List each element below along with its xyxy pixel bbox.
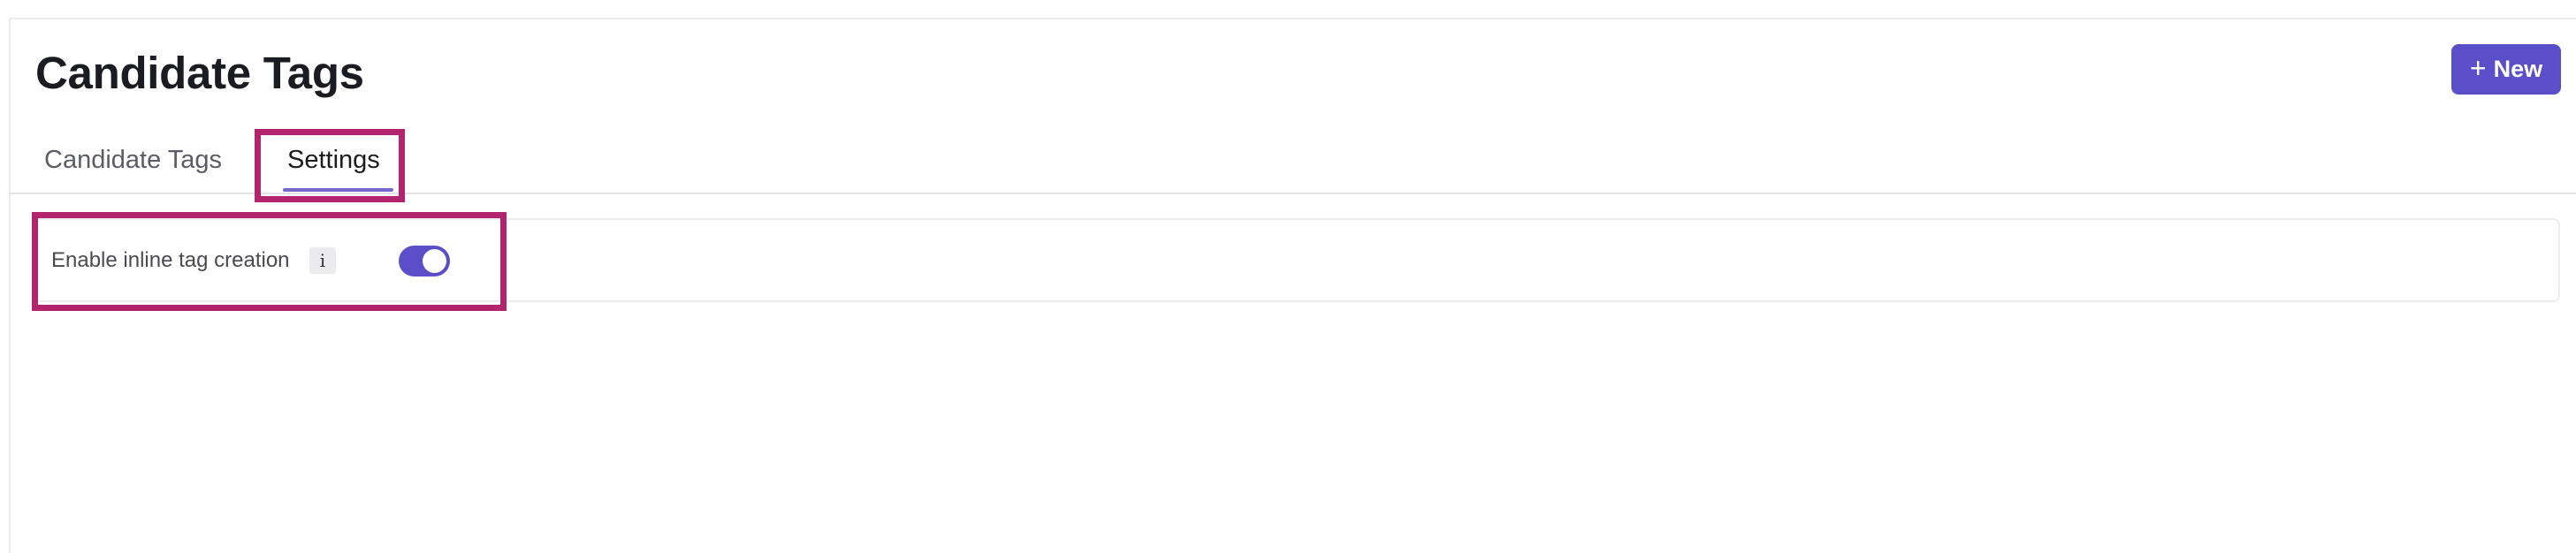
active-tab-indicator bbox=[283, 188, 393, 192]
page-title: Candidate Tags bbox=[35, 48, 364, 98]
inline-tag-creation-toggle[interactable] bbox=[399, 246, 450, 276]
tab-bar: Candidate Tags Settings bbox=[9, 124, 2576, 194]
inline-tag-creation-label: Enable inline tag creation bbox=[51, 248, 290, 272]
new-button-label: New bbox=[2493, 56, 2543, 82]
toggle-knob bbox=[423, 249, 446, 273]
info-icon[interactable]: i bbox=[309, 247, 336, 274]
plus-icon: + bbox=[2469, 52, 2487, 84]
tab-candidate-tags[interactable]: Candidate Tags bbox=[44, 145, 222, 175]
new-button[interactable]: + New bbox=[2451, 44, 2561, 95]
tab-settings[interactable]: Settings bbox=[287, 145, 380, 175]
